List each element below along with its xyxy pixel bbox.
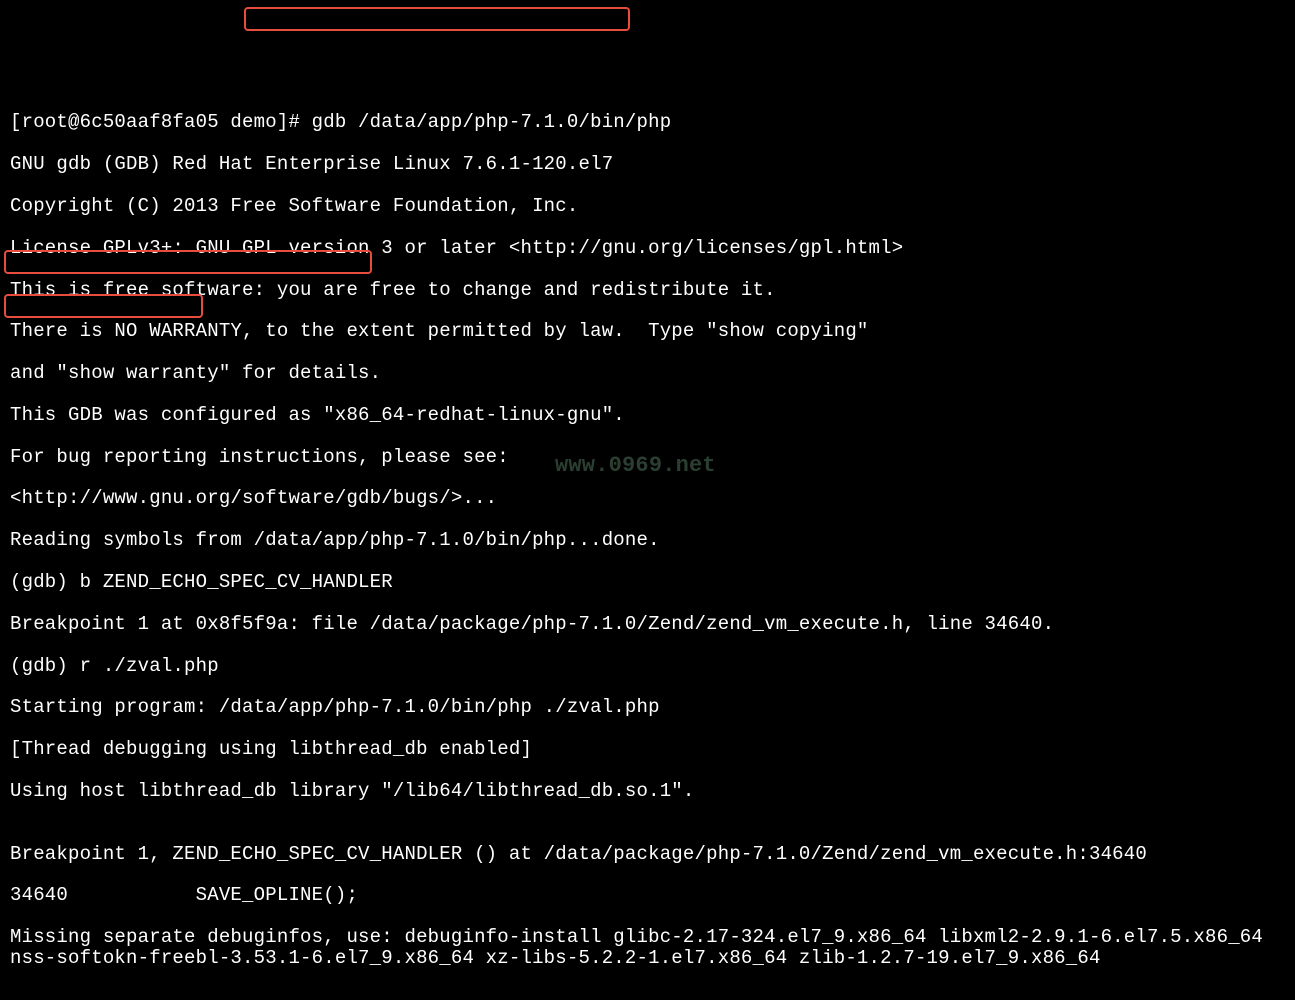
terminal-line: <http://www.gnu.org/software/gdb/bugs/>.… (10, 488, 1285, 509)
terminal-line: Reading symbols from /data/app/php-7.1.0… (10, 530, 1285, 551)
terminal-line: License GPLv3+: GNU GPL version 3 or lat… (10, 238, 1285, 259)
terminal-line: 34640 SAVE_OPLINE(); (10, 885, 1285, 906)
terminal-line: and "show warranty" for details. (10, 363, 1285, 384)
terminal-line: Using host libthread_db library "/lib64/… (10, 781, 1285, 802)
terminal-output: [root@6c50aaf8fa05 demo]# gdb /data/app/… (10, 92, 1285, 990)
terminal-line: Breakpoint 1 at 0x8f5f9a: file /data/pac… (10, 614, 1285, 635)
terminal-line: This is free software: you are free to c… (10, 280, 1285, 301)
terminal-line: This GDB was configured as "x86_64-redha… (10, 405, 1285, 426)
terminal-line: [root@6c50aaf8fa05 demo]# gdb /data/app/… (10, 112, 1285, 133)
terminal-line: [Thread debugging using libthread_db ena… (10, 739, 1285, 760)
terminal-line: GNU gdb (GDB) Red Hat Enterprise Linux 7… (10, 154, 1285, 175)
highlight-gdb-command (244, 7, 630, 31)
terminal-line: Missing separate debuginfos, use: debugi… (10, 927, 1285, 969)
terminal-line: Starting program: /data/app/php-7.1.0/bi… (10, 697, 1285, 718)
terminal-line: (gdb) r ./zval.php (10, 656, 1285, 677)
terminal-line: Breakpoint 1, ZEND_ECHO_SPEC_CV_HANDLER … (10, 844, 1285, 865)
terminal-line: For bug reporting instructions, please s… (10, 447, 1285, 468)
terminal-line: Copyright (C) 2013 Free Software Foundat… (10, 196, 1285, 217)
terminal-line: (gdb) b ZEND_ECHO_SPEC_CV_HANDLER (10, 572, 1285, 593)
terminal-line: There is NO WARRANTY, to the extent perm… (10, 321, 1285, 342)
